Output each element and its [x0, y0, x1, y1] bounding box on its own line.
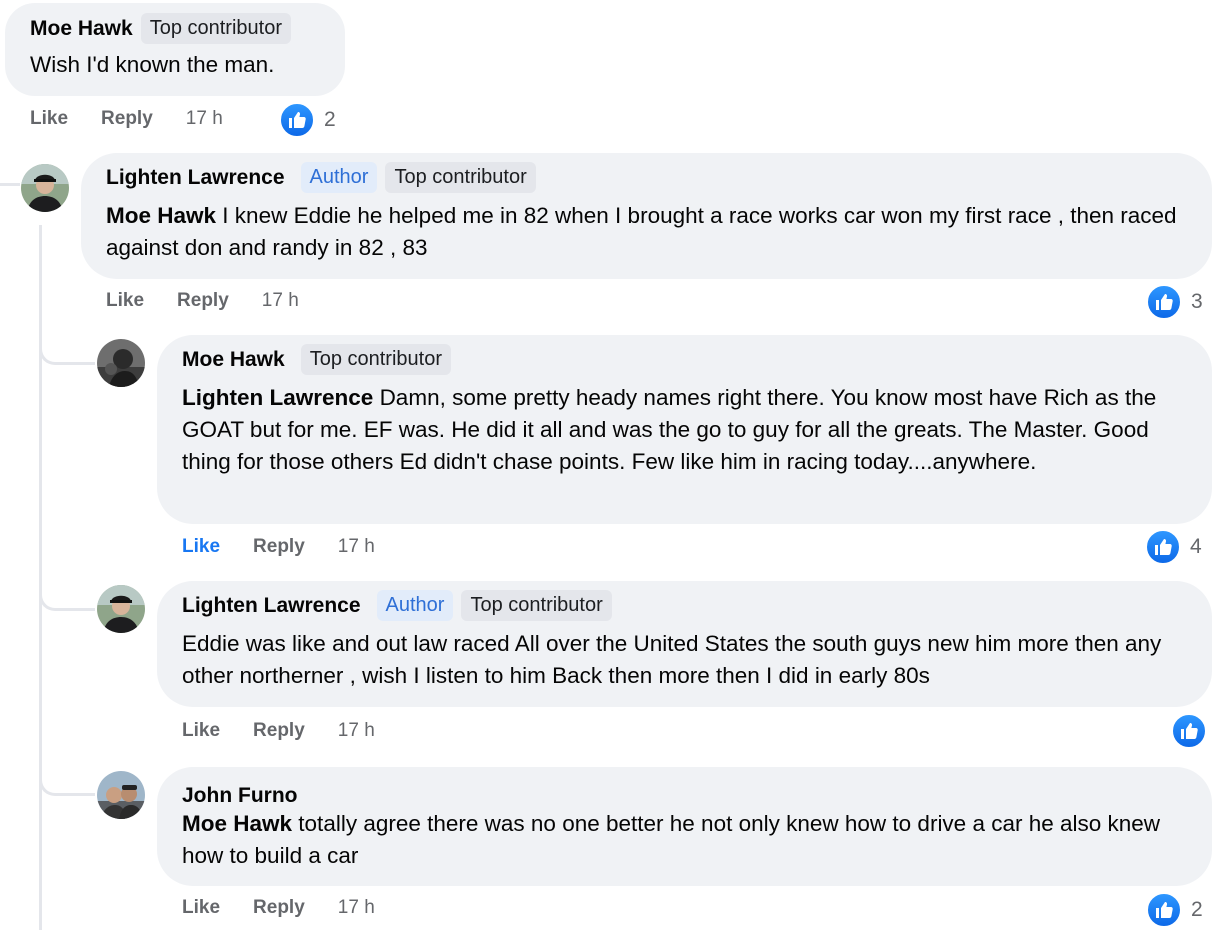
comment-timestamp[interactable]: 17 h: [338, 720, 375, 742]
thread-line: [0, 183, 20, 186]
thread-connector: [39, 540, 95, 611]
reply-button[interactable]: Reply: [253, 720, 305, 742]
reaction-summary[interactable]: 4: [1145, 529, 1202, 565]
reply-button[interactable]: Reply: [177, 290, 229, 312]
comment-timestamp[interactable]: 17 h: [262, 290, 299, 312]
thread-connector: [39, 720, 95, 796]
comment-text: Wish I'd known the man.: [30, 52, 275, 77]
mention-link[interactable]: Moe Hawk: [182, 811, 292, 836]
avatar[interactable]: [97, 771, 145, 819]
comment-actions: Like Reply 17 h: [30, 108, 223, 130]
comment-body: I knew Eddie he helped me in 82 when I b…: [106, 203, 1177, 260]
reply-button[interactable]: Reply: [101, 108, 153, 130]
comment-header: Lighten Lawrence Author Top contributor: [182, 590, 612, 621]
reaction-summary[interactable]: 2: [1146, 892, 1203, 928]
comment-author-name[interactable]: Moe Hawk: [182, 348, 285, 372]
comment-actions: Like Reply 17 h: [182, 720, 375, 742]
comment-header: Moe Hawk Top contributor: [30, 13, 291, 44]
like-icon: [1146, 892, 1182, 928]
like-button[interactable]: Like: [182, 897, 220, 919]
comment-text: Moe Hawk I knew Eddie he helped me in 82…: [106, 200, 1196, 264]
comment-author-name[interactable]: Lighten Lawrence: [182, 594, 361, 618]
comment-text: Lighten Lawrence Damn, some pretty heady…: [182, 382, 1192, 478]
like-icon: [1171, 713, 1207, 749]
reaction-count: 2: [324, 108, 336, 131]
reaction-summary[interactable]: 3: [1146, 284, 1203, 320]
top-contributor-badge: Top contributor: [140, 13, 291, 44]
comment-timestamp[interactable]: 17 h: [186, 108, 223, 130]
comment-text: Moe Hawk totally agree there was no one …: [182, 808, 1192, 872]
author-badge: Author: [300, 162, 378, 193]
reply-button[interactable]: Reply: [253, 536, 305, 558]
like-icon: [1145, 529, 1181, 565]
comment-author-name[interactable]: John Furno: [182, 784, 297, 808]
comment-actions: Like Reply 17 h: [182, 897, 375, 919]
mention-link[interactable]: Moe Hawk: [106, 203, 216, 228]
reaction-summary[interactable]: 2: [279, 102, 336, 138]
top-contributor-badge: Top contributor: [385, 162, 536, 193]
comment-timestamp[interactable]: 17 h: [338, 897, 375, 919]
comment-header: Lighten Lawrence Author Top contributor: [106, 162, 536, 193]
comment-actions: Like Reply 17 h: [106, 290, 299, 312]
like-icon: [279, 102, 315, 138]
reaction-count: 3: [1191, 290, 1203, 313]
like-button[interactable]: Like: [182, 536, 220, 558]
top-contributor-badge: Top contributor: [300, 344, 451, 375]
reaction-count: 2: [1191, 898, 1203, 921]
comment-header: John Furno: [182, 784, 297, 808]
like-button[interactable]: Like: [182, 720, 220, 742]
avatar[interactable]: [97, 585, 145, 633]
comment-timestamp[interactable]: 17 h: [338, 536, 375, 558]
thread-connector: [39, 300, 95, 365]
top-contributor-badge: Top contributor: [461, 590, 612, 621]
comment-text: Eddie was like and out law raced All ove…: [182, 631, 1162, 688]
reaction-count: 4: [1190, 535, 1202, 558]
comment-actions: Like Reply 17 h: [182, 536, 375, 558]
mention-link[interactable]: Lighten Lawrence: [182, 385, 373, 410]
reaction-summary[interactable]: [1171, 713, 1207, 749]
like-button[interactable]: Like: [30, 108, 68, 130]
like-icon: [1146, 284, 1182, 320]
avatar[interactable]: [21, 164, 69, 212]
author-badge: Author: [376, 590, 454, 621]
reply-button[interactable]: Reply: [253, 897, 305, 919]
comment-header: Moe Hawk Top contributor: [182, 344, 451, 375]
comment-body: totally agree there was no one better he…: [182, 811, 1161, 868]
avatar[interactable]: [97, 339, 145, 387]
comment-author-name[interactable]: Lighten Lawrence: [106, 166, 285, 190]
comment-author-name[interactable]: Moe Hawk: [30, 17, 133, 41]
like-button[interactable]: Like: [106, 290, 144, 312]
